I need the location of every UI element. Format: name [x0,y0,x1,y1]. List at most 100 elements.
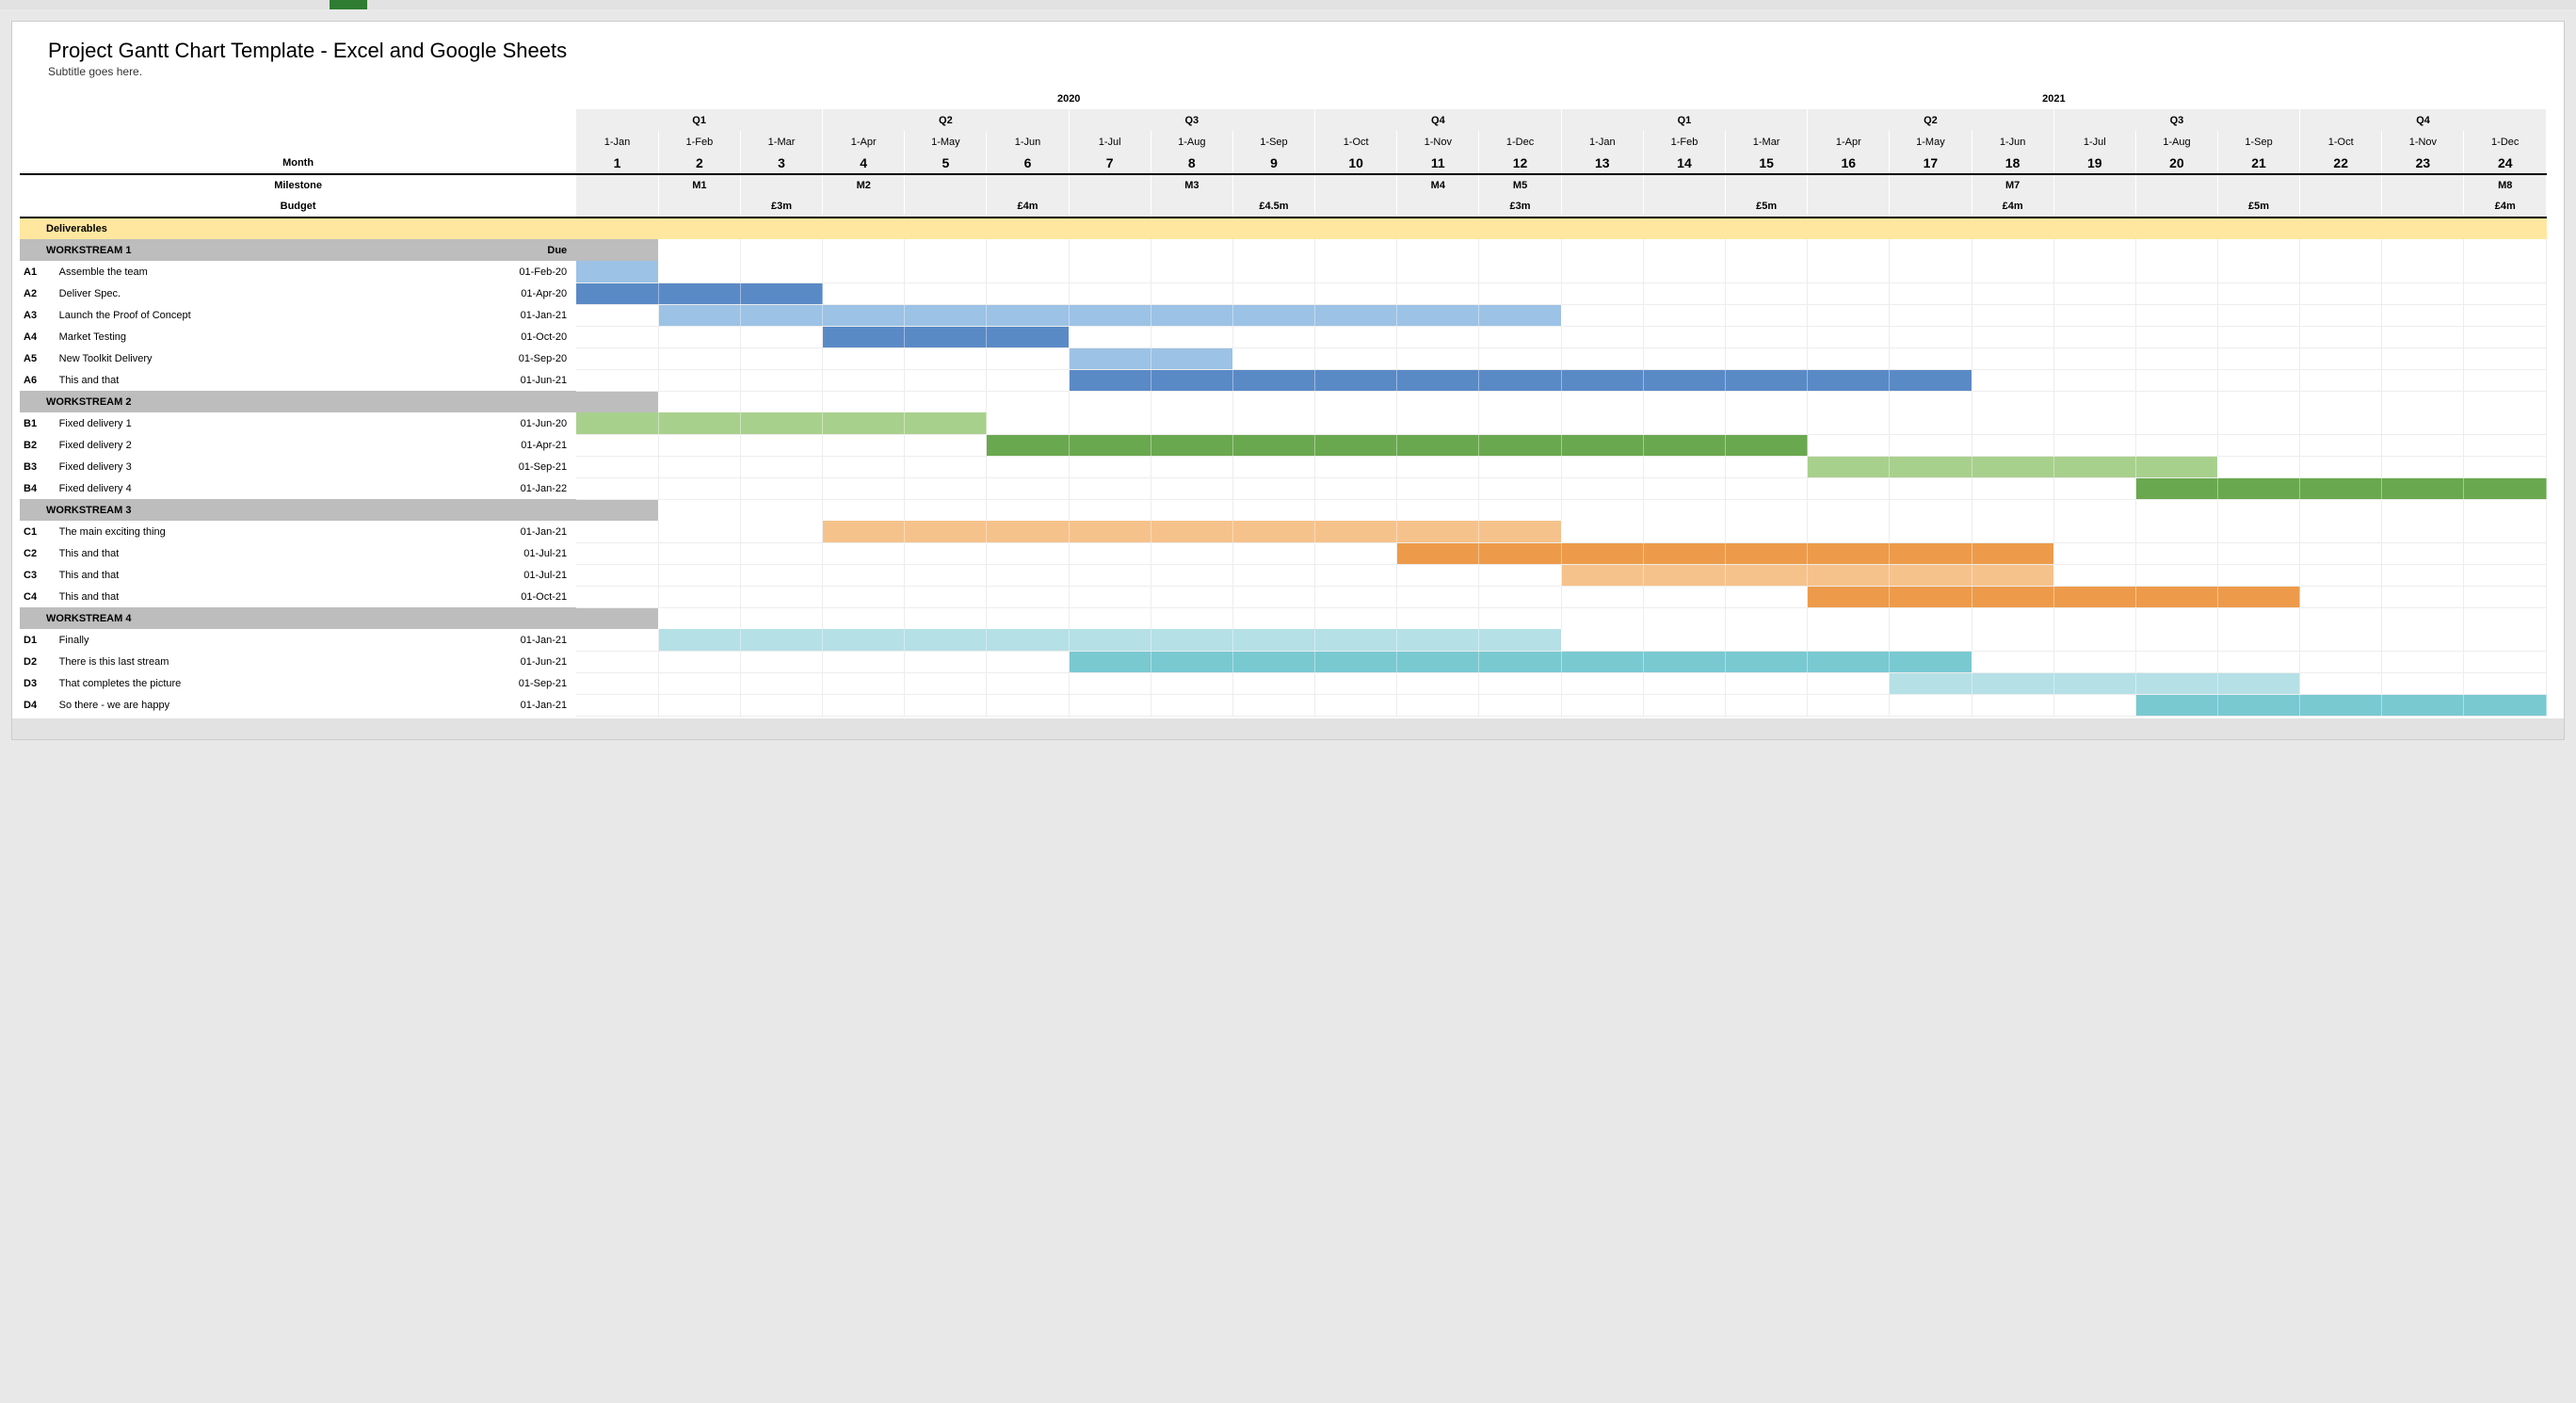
gantt-bar-segment[interactable] [823,412,905,434]
timeline-cell[interactable] [1561,629,1643,651]
timeline-cell[interactable] [576,477,658,499]
timeline-cell[interactable] [1972,651,2053,672]
timeline-cell[interactable] [2053,347,2135,369]
timeline-cell[interactable] [1315,672,1397,694]
gantt-bar-segment[interactable] [1479,629,1561,651]
timeline-cell[interactable] [2300,456,2382,477]
timeline-cell[interactable] [2053,261,2135,282]
gantt-bar-segment[interactable] [1808,542,1890,564]
timeline-cell[interactable] [987,369,1069,391]
timeline-cell[interactable] [1232,326,1314,347]
timeline-cell[interactable] [1726,412,1808,434]
timeline-cell[interactable] [1479,477,1561,499]
timeline-cell[interactable] [1726,477,1808,499]
timeline-cell[interactable] [1397,477,1479,499]
gantt-bar-segment[interactable] [1397,542,1479,564]
timeline-cell[interactable] [905,564,987,586]
timeline-cell[interactable] [2382,347,2464,369]
gantt-bar-segment[interactable] [1232,369,1314,391]
gantt-bar-segment[interactable] [1890,542,1972,564]
gantt-bar-segment[interactable] [1561,564,1643,586]
gantt-bar-segment[interactable] [1069,521,1151,542]
timeline-cell[interactable] [2464,282,2547,304]
timeline-cell[interactable] [1479,564,1561,586]
timeline-cell[interactable] [576,651,658,672]
timeline-cell[interactable] [576,521,658,542]
timeline-cell[interactable] [1808,629,1890,651]
timeline-cell[interactable] [987,477,1069,499]
timeline-cell[interactable] [1397,672,1479,694]
timeline-cell[interactable] [823,261,905,282]
timeline-cell[interactable] [1315,477,1397,499]
timeline-cell[interactable] [987,412,1069,434]
gantt-bar-segment[interactable] [1232,651,1314,672]
timeline-cell[interactable] [740,542,822,564]
gantt-bar-segment[interactable] [1315,369,1397,391]
timeline-cell[interactable] [2464,347,2547,369]
timeline-cell[interactable] [740,564,822,586]
gantt-bar-segment[interactable] [1726,564,1808,586]
timeline-cell[interactable] [1479,586,1561,607]
timeline-cell[interactable] [576,304,658,326]
timeline-cell[interactable] [1808,434,1890,456]
timeline-cell[interactable] [2300,369,2382,391]
gantt-bar-segment[interactable] [1561,369,1643,391]
timeline-cell[interactable] [1151,456,1232,477]
gantt-bar-segment[interactable] [1069,434,1151,456]
timeline-cell[interactable] [2464,672,2547,694]
gantt-bar-segment[interactable] [740,282,822,304]
gantt-bar-segment[interactable] [658,412,740,434]
timeline-cell[interactable] [1561,304,1643,326]
gantt-bar-segment[interactable] [740,304,822,326]
timeline-cell[interactable] [1561,456,1643,477]
gantt-bar-segment[interactable] [1315,304,1397,326]
timeline-cell[interactable] [2053,629,2135,651]
timeline-cell[interactable] [1069,282,1151,304]
timeline-cell[interactable] [2135,261,2217,282]
timeline-cell[interactable] [2135,629,2217,651]
timeline-cell[interactable] [2217,434,2299,456]
timeline-cell[interactable] [905,261,987,282]
gantt-bar-segment[interactable] [1151,434,1232,456]
timeline-cell[interactable] [823,564,905,586]
gantt-bar-segment[interactable] [1890,651,1972,672]
timeline-cell[interactable] [2382,304,2464,326]
timeline-cell[interactable] [1315,542,1397,564]
gantt-bar-segment[interactable] [1972,564,2053,586]
timeline-cell[interactable] [1315,586,1397,607]
timeline-cell[interactable] [658,369,740,391]
timeline-cell[interactable] [1397,282,1479,304]
timeline-cell[interactable] [2382,564,2464,586]
timeline-cell[interactable] [1808,326,1890,347]
timeline-cell[interactable] [1561,694,1643,716]
timeline-cell[interactable] [1479,261,1561,282]
timeline-cell[interactable] [576,542,658,564]
gantt-bar-segment[interactable] [1315,651,1397,672]
timeline-cell[interactable] [740,434,822,456]
timeline-cell[interactable] [1232,542,1314,564]
timeline-cell[interactable] [1479,412,1561,434]
timeline-cell[interactable] [1643,261,1725,282]
gantt-bar-segment[interactable] [1397,629,1479,651]
timeline-cell[interactable] [1890,477,1972,499]
timeline-cell[interactable] [2464,434,2547,456]
gantt-bar-segment[interactable] [1397,369,1479,391]
timeline-cell[interactable] [2135,304,2217,326]
gantt-bar-segment[interactable] [1479,651,1561,672]
timeline-cell[interactable] [1232,564,1314,586]
timeline-cell[interactable] [1808,282,1890,304]
timeline-cell[interactable] [740,586,822,607]
timeline-cell[interactable] [1972,434,2053,456]
timeline-cell[interactable] [1561,412,1643,434]
timeline-cell[interactable] [2217,542,2299,564]
timeline-cell[interactable] [1972,369,2053,391]
timeline-cell[interactable] [2464,542,2547,564]
gantt-bar-segment[interactable] [1151,521,1232,542]
timeline-cell[interactable] [2382,672,2464,694]
gantt-bar-segment[interactable] [1561,542,1643,564]
timeline-cell[interactable] [2053,326,2135,347]
timeline-cell[interactable] [1890,521,1972,542]
timeline-cell[interactable] [1972,412,2053,434]
gantt-bar-segment[interactable] [1069,629,1151,651]
timeline-cell[interactable] [1643,456,1725,477]
